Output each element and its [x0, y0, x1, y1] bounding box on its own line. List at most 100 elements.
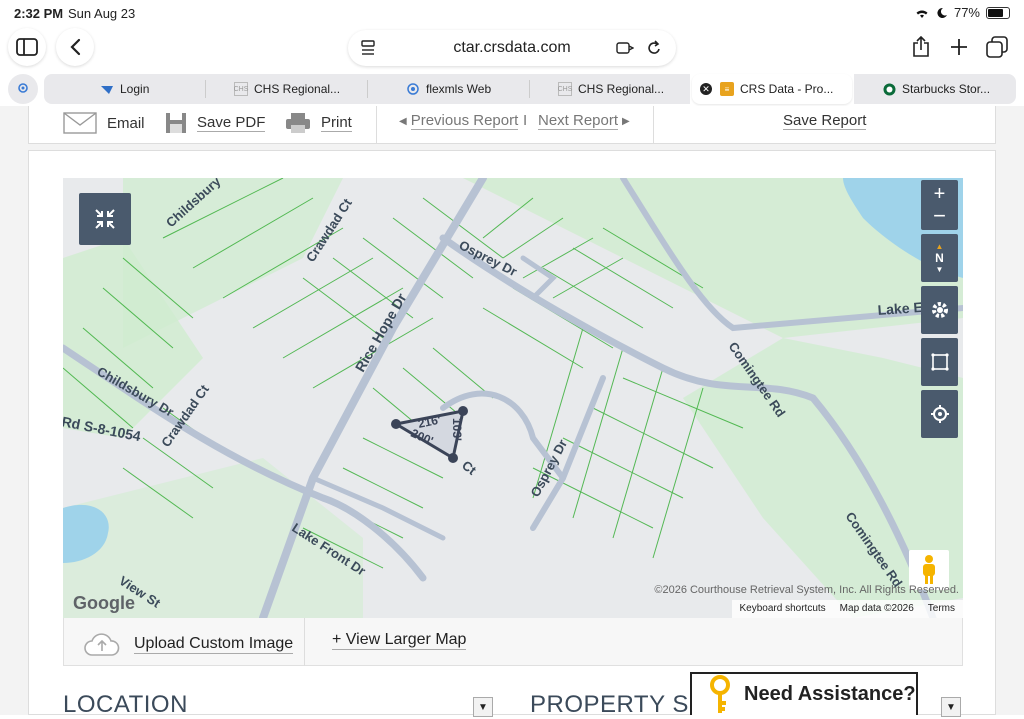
map-image-bar: Upload Custom Image + View Larger Map: [63, 618, 963, 666]
square-select-icon: [930, 353, 949, 371]
need-assistance-button[interactable]: Need Assistance?: [690, 672, 918, 715]
battery-fill: [988, 8, 1004, 17]
print-button[interactable]: Print: [285, 112, 352, 134]
save-pdf-button[interactable]: Save PDF: [165, 112, 266, 134]
chs-mls-icon: CHS: [234, 82, 248, 96]
map-canvas[interactable]: Childsbury Crawdad Ct Osprey Dr Lake E R…: [63, 178, 963, 618]
back-button[interactable]: [56, 28, 94, 66]
zoom-out-button[interactable]: −: [933, 205, 946, 227]
chevron-down-icon: ▼: [935, 265, 944, 274]
upload-label: Upload Custom Image: [134, 634, 294, 654]
tabs-icon: [986, 36, 1008, 58]
caret-down-icon: ▼: [478, 701, 488, 713]
page-content: Email Save PDF Print ◀ Previous Report I…: [0, 106, 1024, 718]
select-area-button[interactable]: [921, 338, 958, 386]
reload-icon[interactable]: [646, 39, 662, 57]
google-logo: Google: [73, 593, 135, 613]
wifi-icon: [916, 10, 928, 18]
crs-icon: ≡: [720, 82, 734, 96]
browser-toolbar: ctar.crsdata.com: [0, 28, 1024, 68]
tab-flexmls[interactable]: flexmls Web: [368, 74, 530, 104]
share-icon: [913, 36, 929, 57]
pegman-icon: [923, 555, 935, 584]
caret-down-icon: ▼: [946, 701, 956, 713]
zoom-in-button[interactable]: +: [934, 183, 946, 205]
envelope-icon: [63, 112, 97, 134]
sidebar-icon: [16, 38, 38, 56]
gear-icon: [931, 302, 948, 318]
compass-label: N: [935, 251, 944, 265]
tab-group-button[interactable]: [8, 74, 38, 104]
map-card: Childsbury Crawdad Ct Osprey Dr Lake E R…: [28, 150, 996, 718]
terms-link[interactable]: Terms: [928, 603, 955, 615]
map-footer: Keyboard shortcuts Map data ©2026 Terms: [731, 600, 963, 618]
collapse-icon: [95, 209, 115, 229]
lot-dimension-label: 103': [450, 418, 464, 441]
report-toolbar: Email Save PDF Print ◀ Previous Report I…: [28, 106, 996, 144]
triangle-right-icon: ▶: [622, 115, 630, 127]
key-icon: [706, 674, 734, 715]
tab-label: CHS Regional...: [578, 82, 665, 96]
battery-icon: [986, 6, 1010, 19]
tab-chs-regional-1[interactable]: CHS CHS Regional...: [206, 74, 368, 104]
status-time: 2:32 PM: [14, 6, 64, 21]
floppy-icon: [166, 113, 186, 133]
translate-icon[interactable]: [616, 40, 634, 56]
save-pdf-label: Save PDF: [197, 114, 266, 132]
map-data-label: Map data ©2026: [839, 603, 914, 614]
address-bar[interactable]: ctar.crsdata.com: [348, 30, 676, 66]
tab-chs-regional-2[interactable]: CHS CHS Regional...: [530, 74, 690, 104]
close-tab-icon[interactable]: ✕: [700, 83, 712, 95]
tab-crs-data[interactable]: ✕ ≡ CRS Data - Pro...: [692, 74, 852, 104]
location-pin-icon: [18, 83, 28, 93]
next-report-label: Next Report: [538, 112, 619, 130]
next-report-link[interactable]: Next Report ▶: [538, 112, 630, 130]
save-report-label: Save Report: [783, 112, 867, 130]
starbucks-icon: [882, 82, 896, 96]
share-button[interactable]: [902, 28, 940, 66]
locate-button[interactable]: [921, 390, 958, 438]
tab-bar: Login CHS CHS Regional... flexmls Web CH…: [0, 72, 1024, 106]
bird-icon: [100, 82, 114, 96]
location-toggle-button[interactable]: ▼: [473, 697, 493, 717]
need-assistance-label: Need Assistance?: [744, 683, 916, 705]
moon-icon: [937, 7, 947, 18]
nav-divider: I: [523, 112, 528, 129]
plus-icon: [951, 39, 967, 55]
keyboard-shortcuts-link[interactable]: Keyboard shortcuts: [740, 603, 826, 615]
street-label: Lake E: [877, 299, 923, 318]
collapse-map-button[interactable]: [79, 193, 131, 245]
save-report-button[interactable]: Save Report: [783, 112, 867, 130]
battery-percent: 77%: [953, 5, 980, 20]
tab-label: Starbucks Stor...: [902, 82, 991, 96]
zoom-controls: + −: [921, 180, 958, 230]
flexmls-icon: [406, 82, 420, 96]
crosshair-icon: [930, 405, 949, 423]
tab-label: CRS Data - Pro...: [740, 82, 834, 96]
triangle-left-icon: ◀: [399, 115, 407, 127]
email-label: Email: [107, 114, 145, 132]
tab-label: flexmls Web: [426, 82, 492, 96]
previous-report-label: Previous Report: [410, 112, 519, 130]
chs-mls-icon: CHS: [558, 82, 572, 96]
view-larger-map-link[interactable]: + View Larger Map: [332, 631, 467, 650]
tab-login[interactable]: Login: [44, 74, 206, 104]
sidebar-toggle-button[interactable]: [8, 28, 46, 66]
cloud-upload-icon: [84, 633, 120, 656]
chevron-up-icon: ▲: [935, 242, 944, 251]
parcel-map[interactable]: Childsbury Crawdad Ct Osprey Dr Lake E R…: [63, 178, 963, 618]
tab-starbucks[interactable]: Starbucks Stor...: [854, 74, 1016, 104]
new-tab-button[interactable]: [940, 28, 978, 66]
chevron-left-icon: [70, 38, 81, 56]
tab-overview-button[interactable]: [978, 28, 1016, 66]
status-bar: 2:32 PM Sun Aug 23 77%: [0, 0, 1024, 28]
status-date: Sun Aug 23: [68, 6, 136, 21]
map-settings-button[interactable]: [921, 286, 958, 334]
print-label: Print: [321, 114, 352, 132]
upload-custom-image-button[interactable]: Upload Custom Image: [84, 631, 294, 657]
email-button[interactable]: Email: [63, 112, 145, 134]
property-toggle-button[interactable]: ▼: [941, 697, 961, 717]
compass-button[interactable]: ▲ N ▼: [921, 234, 958, 282]
tab-label: CHS Regional...: [254, 82, 341, 96]
previous-report-link[interactable]: ◀ Previous Report: [399, 112, 519, 130]
